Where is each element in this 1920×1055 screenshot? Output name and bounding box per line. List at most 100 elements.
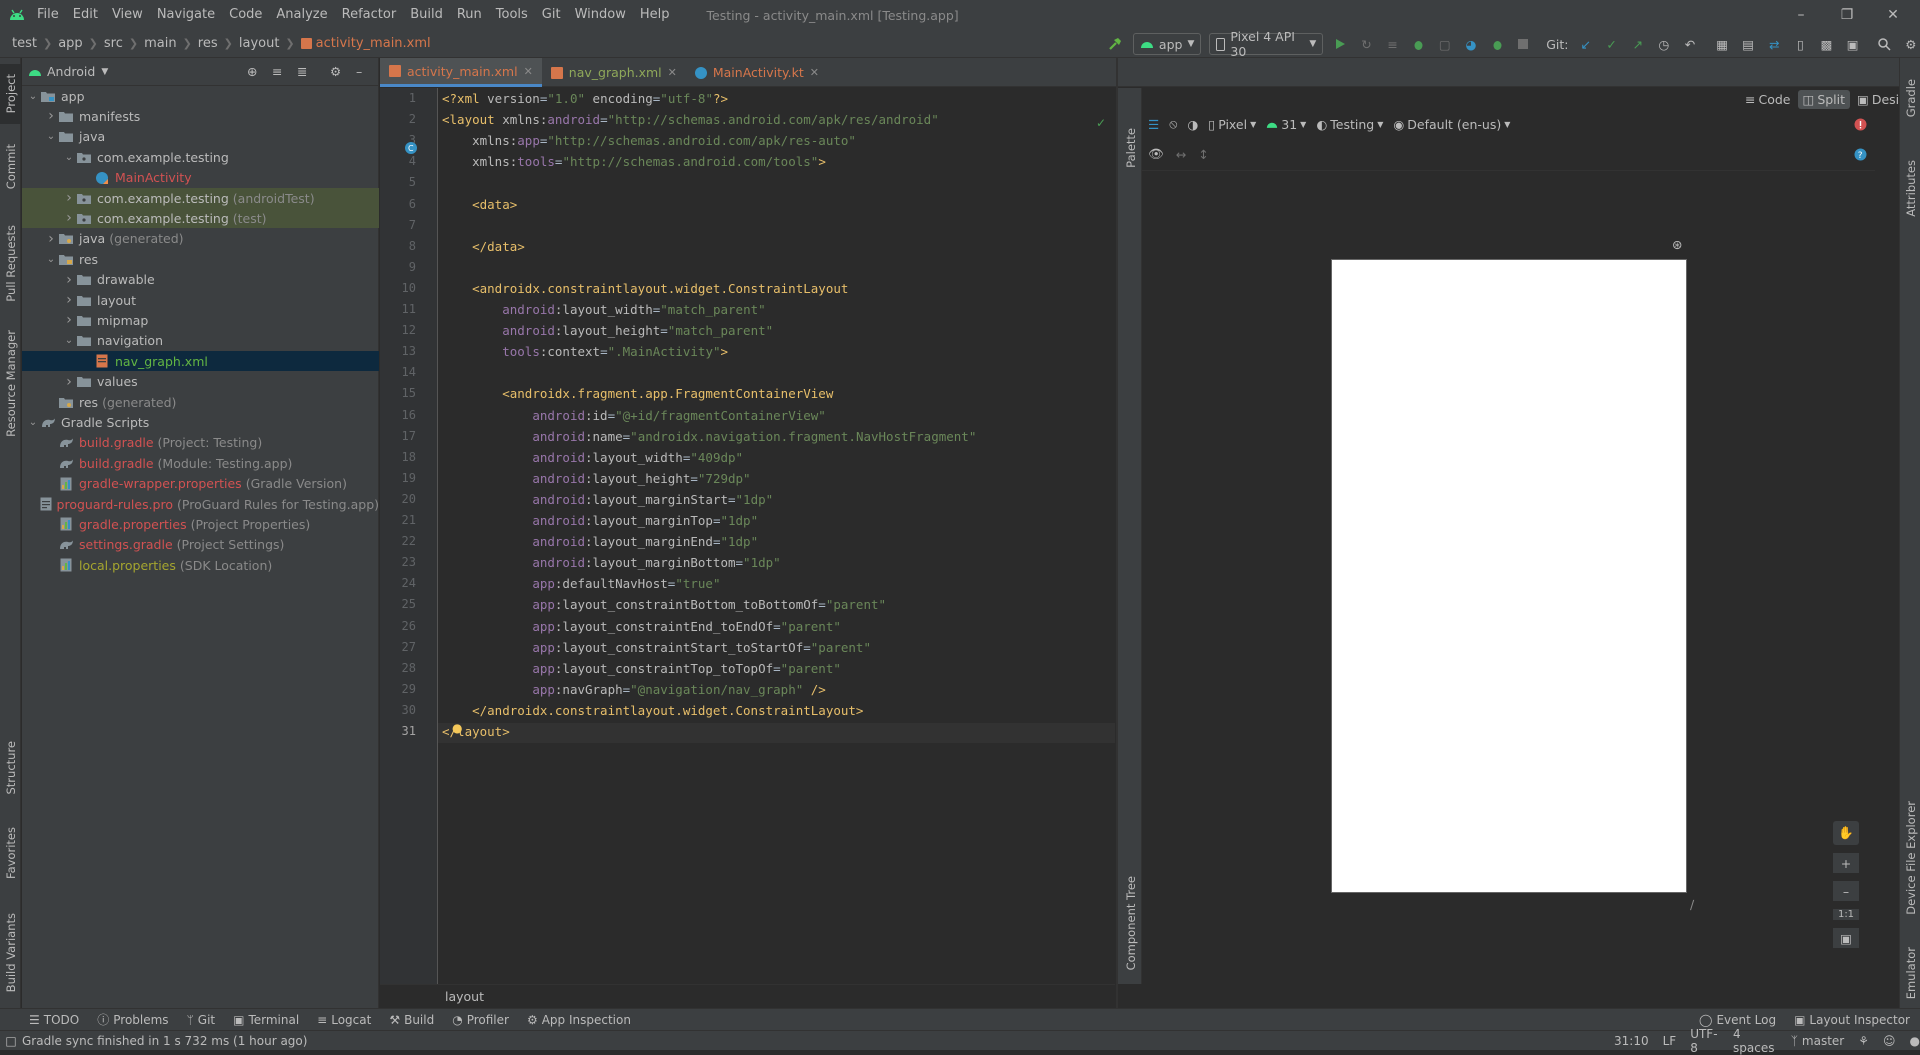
- tree-item[interactable]: › java (generated): [22, 229, 379, 249]
- tree-item[interactable]: ⌄ app: [22, 86, 379, 106]
- menu-help[interactable]: Help: [633, 0, 677, 30]
- tool-logcat[interactable]: ≡ Logcat: [308, 1011, 380, 1028]
- editor-tab[interactable]: activity_main.xml ✕: [380, 58, 542, 87]
- chevron-right-icon[interactable]: ›: [62, 312, 76, 328]
- code-editor[interactable]: 1 2 3 4 5 6 7 8 9 10 11 12 13 14 15 16 17 18 19 20 21 22 23 24 2…: [380, 88, 1115, 984]
- kotlin-gutter-icon[interactable]: C: [404, 141, 418, 155]
- chevron-down-icon[interactable]: ⌄: [44, 131, 58, 142]
- chevron-down-icon[interactable]: ⌄: [26, 91, 40, 102]
- rollback-icon[interactable]: ↶: [1681, 33, 1699, 55]
- breadcrumb-item[interactable]: test: [12, 36, 37, 51]
- status-panel-icon[interactable]: □: [0, 1034, 22, 1048]
- project-structure-icon[interactable]: ▦: [1713, 33, 1731, 55]
- history-icon[interactable]: ◷: [1655, 33, 1673, 55]
- tool-profiler[interactable]: ◔ Profiler: [443, 1011, 518, 1028]
- chevron-right-icon[interactable]: ›: [62, 292, 76, 308]
- lock-icon[interactable]: ⚘: [1858, 1034, 1869, 1048]
- side-tab-build-variants[interactable]: Build Variants: [0, 903, 21, 1003]
- chevron-down-icon[interactable]: ⌄: [62, 335, 76, 346]
- device-manager-icon[interactable]: ▯: [1791, 33, 1809, 55]
- collapse-all-icon[interactable]: ≣: [297, 64, 307, 79]
- settings-icon[interactable]: ⚙: [1902, 33, 1920, 55]
- file-encoding[interactable]: UTF-8: [1690, 1027, 1719, 1055]
- horizontal-arrows-icon[interactable]: ↔: [1176, 147, 1186, 162]
- zoom-fit-icon[interactable]: ▣: [1833, 928, 1859, 948]
- tree-item[interactable]: MainActivity: [22, 168, 379, 188]
- tree-item[interactable]: build.gradle (Module: Testing.app): [22, 453, 379, 473]
- tree-item[interactable]: build.gradle (Project: Testing): [22, 433, 379, 453]
- menu-code[interactable]: Code: [222, 0, 269, 30]
- side-tab-commit[interactable]: Commit: [0, 136, 21, 198]
- project-view-mode[interactable]: Android: [47, 64, 95, 79]
- indent-setting[interactable]: 4 spaces: [1733, 1027, 1777, 1055]
- orientation-icon[interactable]: ⦸: [1169, 116, 1177, 132]
- git-branch[interactable]: ᛉ master: [1791, 1034, 1845, 1048]
- editor-tab[interactable]: nav_graph.xml ✕: [542, 58, 686, 87]
- tree-item[interactable]: gradle.properties (Project Properties): [22, 514, 379, 534]
- view-mode-split[interactable]: ◫ Split: [1797, 89, 1851, 109]
- tree-item[interactable]: settings.gradle (Project Settings): [22, 535, 379, 555]
- side-tab-attributes[interactable]: Attributes: [1900, 148, 1920, 228]
- attach-debugger-icon[interactable]: ▢: [1436, 33, 1454, 55]
- close-window-button[interactable]: ✕: [1870, 0, 1916, 30]
- side-tab-device-file-explorer[interactable]: Device File Explorer: [1900, 793, 1920, 923]
- tool-todo[interactable]: ☰ TODO: [20, 1011, 88, 1028]
- menu-view[interactable]: View: [105, 0, 150, 30]
- restore-button[interactable]: ❐: [1824, 0, 1870, 30]
- layout-icon[interactable]: ▤: [1739, 33, 1757, 55]
- side-tab-resource-manager[interactable]: Resource Manager: [0, 323, 21, 443]
- tree-item[interactable]: › drawable: [22, 270, 379, 290]
- minimize-button[interactable]: –: [1778, 0, 1824, 30]
- close-tab-icon[interactable]: ✕: [810, 66, 819, 79]
- resize-handle-icon[interactable]: ∕: [1690, 897, 1694, 912]
- tree-item[interactable]: › values: [22, 372, 379, 392]
- profile-icon[interactable]: ◕: [1462, 33, 1480, 55]
- chevron-right-icon[interactable]: ›: [62, 374, 76, 390]
- tree-item[interactable]: ⌄ navigation: [22, 331, 379, 351]
- night-mode-icon[interactable]: ◑: [1187, 117, 1198, 132]
- chevron-down-icon[interactable]: ⌄: [44, 254, 58, 265]
- tool-git[interactable]: ᛘ Git: [178, 1011, 225, 1028]
- breadcrumb-item[interactable]: main: [144, 36, 176, 51]
- locate-icon[interactable]: ⊕: [247, 64, 257, 79]
- breadcrumb-item[interactable]: layout: [239, 36, 280, 51]
- locale-picker[interactable]: ◉ Default (en-us) ▼: [1393, 117, 1510, 132]
- help-icon[interactable]: ?: [1854, 148, 1867, 161]
- editor-breadcrumb-label[interactable]: layout: [445, 989, 484, 1004]
- git-update-icon[interactable]: ↙: [1577, 33, 1595, 55]
- caret-position[interactable]: 31:10: [1614, 1034, 1649, 1048]
- tree-item[interactable]: ⌄ Gradle Scripts: [22, 412, 379, 432]
- build-hammer-icon[interactable]: [1105, 33, 1125, 55]
- tree-item[interactable]: › com.example.testing (test): [22, 208, 379, 229]
- search-icon[interactable]: [1876, 33, 1894, 55]
- tree-item[interactable]: ⌄ com.example.testing: [22, 147, 379, 167]
- pan-hand-icon[interactable]: ✋: [1833, 821, 1859, 845]
- layout-inspector-button[interactable]: ▣ Layout Inspector: [1785, 1013, 1919, 1027]
- breadcrumb-item[interactable]: res: [198, 36, 218, 51]
- palette-tab[interactable]: Palette: [1120, 118, 1141, 178]
- side-tab-structure[interactable]: Structure: [0, 733, 21, 803]
- sdk-manager-icon[interactable]: ▩: [1817, 33, 1835, 55]
- layers-icon[interactable]: ☰: [1148, 117, 1159, 132]
- apply-changes-icon[interactable]: ↻: [1357, 33, 1375, 55]
- zoom-one-to-one[interactable]: 1:1: [1833, 909, 1859, 920]
- breadcrumb-item[interactable]: activity_main.xml: [316, 36, 431, 51]
- device-preview[interactable]: [1331, 259, 1687, 893]
- lightbulb-icon[interactable]: ●: [452, 721, 462, 735]
- zoom-out-icon[interactable]: –: [1833, 881, 1859, 901]
- tree-item[interactable]: proguard-rules.pro (ProGuard Rules for Te…: [22, 494, 379, 514]
- hide-panel-icon[interactable]: –: [356, 64, 362, 79]
- vertical-arrows-icon[interactable]: ↕: [1198, 147, 1208, 162]
- component-tree-tab[interactable]: Component Tree: [1120, 868, 1141, 978]
- menu-window[interactable]: Window: [568, 0, 633, 30]
- chevron-right-icon[interactable]: ›: [44, 108, 58, 124]
- menu-file[interactable]: File: [30, 0, 66, 30]
- menu-refactor[interactable]: Refactor: [335, 0, 404, 30]
- chevron-right-icon[interactable]: ›: [62, 190, 76, 206]
- close-tab-icon[interactable]: ✕: [524, 65, 533, 78]
- event-log-button[interactable]: ◯ Event Log: [1690, 1013, 1785, 1027]
- tree-item[interactable]: ⌄ java: [22, 127, 379, 147]
- expand-all-icon[interactable]: ≡: [272, 64, 282, 79]
- sync-gradle-icon[interactable]: ⇄: [1765, 33, 1783, 55]
- line-separator[interactable]: LF: [1663, 1034, 1677, 1048]
